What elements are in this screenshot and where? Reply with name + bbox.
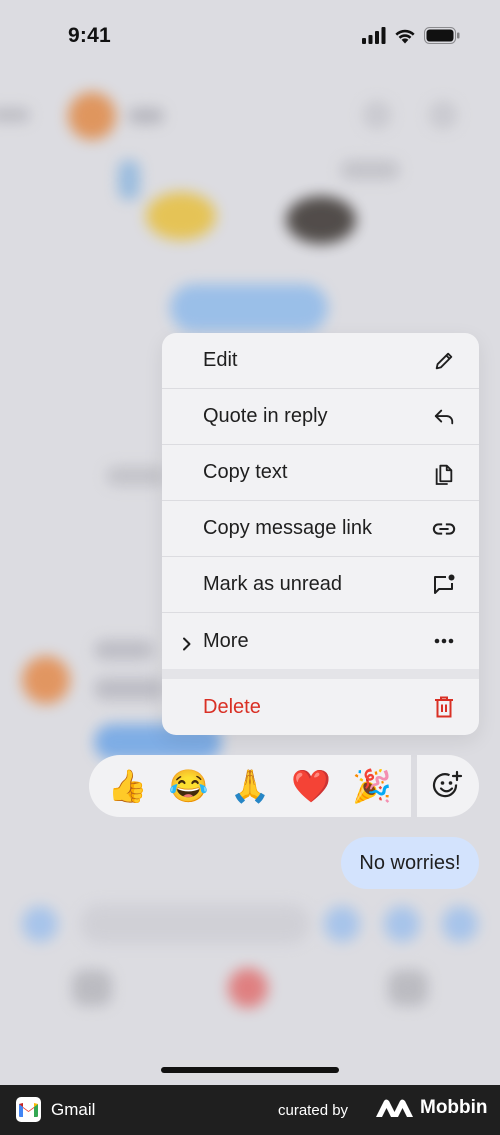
add-reaction-button[interactable]: [417, 755, 479, 817]
pencil-icon: [431, 348, 457, 374]
reaction-folded-hands[interactable]: 🙏: [230, 770, 270, 802]
reaction-bar: 👍 😂 🙏 ❤️ 🎉: [89, 755, 411, 817]
gmail-logo-icon: [16, 1097, 41, 1122]
status-icons: [362, 27, 460, 44]
menu-separator: [162, 669, 479, 679]
reaction-red-heart[interactable]: ❤️: [291, 770, 331, 802]
message-context-menu: Edit Quote in reply Copy text Copy messa…: [162, 333, 479, 735]
wifi-icon: [395, 29, 415, 44]
reply-icon: [431, 404, 457, 430]
footer-bar: Gmail curated by Mobbin: [0, 1085, 500, 1135]
menu-item-more[interactable]: More: [162, 613, 479, 669]
message-bubble[interactable]: No worries!: [341, 837, 479, 889]
menu-item-label: Copy text: [203, 461, 288, 483]
app-name: Gmail: [51, 1100, 96, 1119]
mark-unread-icon: [431, 572, 457, 598]
status-time: 9:41: [68, 24, 111, 47]
reaction-party-popper[interactable]: 🎉: [352, 770, 392, 802]
link-icon: [431, 516, 457, 542]
cellular-signal-icon: [362, 27, 386, 44]
menu-item-label: More: [203, 629, 249, 652]
status-bar: 9:41: [0, 0, 500, 72]
menu-item-label: Copy message link: [203, 517, 372, 539]
menu-item-mark-as-unread[interactable]: Mark as unread: [162, 557, 479, 613]
mobbin-brand: Mobbin: [376, 1097, 488, 1119]
menu-item-delete[interactable]: Delete: [162, 679, 479, 735]
chevron-right-icon: [180, 634, 194, 651]
menu-item-label: Delete: [203, 695, 261, 718]
brand-name: Mobbin: [420, 1097, 488, 1118]
menu-item-label: Mark as unread: [203, 573, 342, 595]
more-dots-icon: [431, 628, 457, 654]
mobbin-logo-icon: [376, 1099, 413, 1117]
menu-item-copy-message-link[interactable]: Copy message link: [162, 501, 479, 557]
menu-item-edit[interactable]: Edit: [162, 333, 479, 389]
menu-item-label: Quote in reply: [203, 405, 328, 427]
screen: 9:41 Edit Quote in reply Copy text Copy …: [0, 0, 500, 1085]
reaction-laughing[interactable]: 😂: [169, 770, 209, 802]
menu-item-label: Edit: [203, 349, 238, 371]
curated-by-label: curated by: [278, 1102, 349, 1119]
menu-item-copy-text[interactable]: Copy text: [162, 445, 479, 501]
add-emoji-icon: [432, 770, 463, 798]
message-text: No worries!: [359, 851, 461, 874]
reaction-thumbs-up[interactable]: 👍: [108, 770, 148, 802]
menu-item-quote-in-reply[interactable]: Quote in reply: [162, 389, 479, 445]
home-indicator[interactable]: [161, 1067, 339, 1073]
trash-icon: [431, 694, 457, 720]
battery-icon: [424, 27, 460, 44]
copy-icon: [431, 460, 457, 486]
